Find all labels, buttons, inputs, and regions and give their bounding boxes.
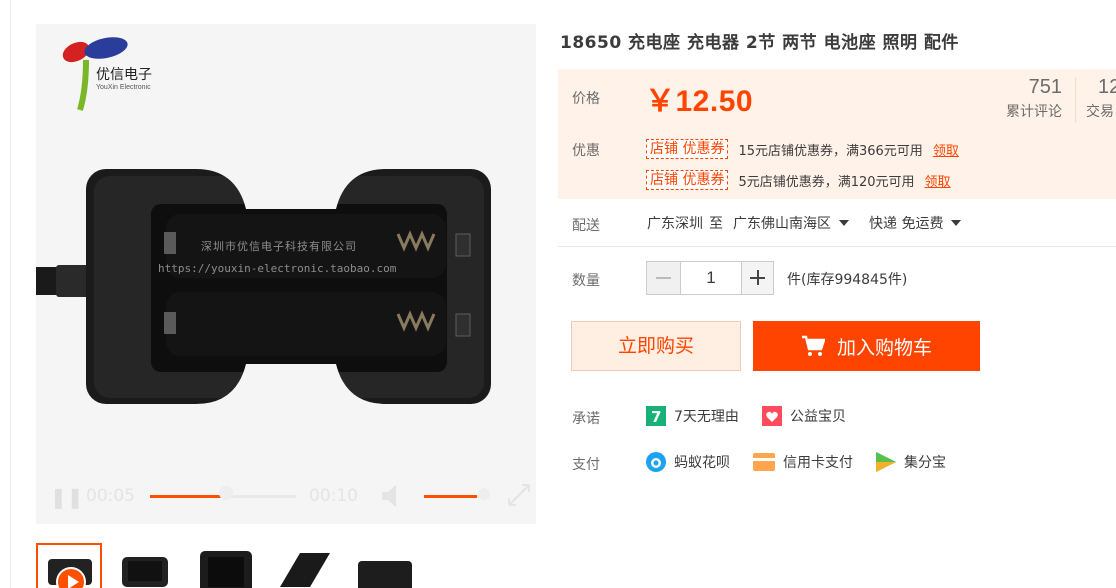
chevron-down-icon: [839, 220, 849, 226]
ship-to-word: 至: [709, 216, 723, 232]
reviews-count: 751: [1028, 76, 1062, 98]
reviews-stat[interactable]: 751 累计评论: [990, 76, 1062, 121]
thumbnail-image[interactable]: [194, 543, 260, 588]
pause-icon[interactable]: ❚❚: [50, 485, 84, 509]
video-progress-fill: [150, 495, 223, 498]
payment-text: 蚂蚁花呗: [674, 455, 730, 471]
decrease-quantity-button[interactable]: [647, 262, 681, 294]
payment-item[interactable]: 集分宝: [876, 452, 946, 472]
brand-name: 优信电子: [96, 67, 152, 83]
jifenbao-icon: [876, 452, 896, 472]
product-title: 18650 充电座 充电器 2节 两节 电池座 照明 配件: [560, 33, 959, 53]
trades-label: 交易: [1086, 104, 1114, 120]
promise-item[interactable]: 公益宝贝: [762, 406, 846, 426]
price-label: 价格: [572, 91, 600, 107]
coupon-tag: 店铺 优惠券: [646, 170, 729, 190]
increase-quantity-button[interactable]: [741, 262, 773, 294]
product-page: 优信电子 YouXin Electronic 深圳市优信电子科技有限公司 htt…: [0, 0, 1116, 588]
watermark-line1: 深圳市优信电子科技有限公司: [201, 240, 357, 253]
seven-day-return-icon: 7: [646, 406, 666, 426]
fullscreen-icon[interactable]: [506, 482, 532, 508]
video-progress-handle[interactable]: [219, 486, 233, 500]
promise-label: 承诺: [572, 411, 600, 427]
trades-count: 12: [1098, 76, 1116, 98]
promise-item[interactable]: 7 7天无理由: [646, 406, 739, 426]
destination-value: 广东佛山南海区: [733, 216, 831, 232]
add-to-cart-label: 加入购物车: [836, 336, 932, 359]
product-media-player[interactable]: 优信电子 YouXin Electronic 深圳市优信电子科技有限公司 htt…: [36, 24, 536, 524]
quantity-label: 数量: [572, 273, 600, 289]
volume-icon[interactable]: [380, 483, 404, 509]
claim-coupon-link[interactable]: 领取: [925, 171, 951, 190]
cart-icon: [801, 335, 825, 356]
price-value: ￥12.50: [645, 85, 754, 118]
charity-icon: [762, 406, 782, 426]
watermark-line2: https://youxin-electronic.taobao.com: [158, 262, 397, 275]
divider: [10, 0, 11, 588]
payment-text: 集分宝: [904, 455, 946, 471]
quantity-stepper: [646, 261, 774, 295]
divider: [558, 246, 1116, 247]
credit-card-icon: [753, 453, 775, 471]
payment-item[interactable]: 信用卡支付: [753, 452, 853, 472]
destination-select[interactable]: 广东佛山南海区: [733, 213, 849, 233]
divider: [1075, 77, 1076, 123]
promo-label: 优惠: [572, 143, 600, 159]
volume-slider[interactable]: [424, 495, 486, 498]
shipping-label: 配送: [572, 218, 600, 234]
svg-text:7: 7: [651, 408, 661, 426]
coupon-description: 5元店铺优惠券，满120元可用: [738, 174, 915, 190]
claim-coupon-link[interactable]: 领取: [933, 140, 959, 159]
reviews-label: 累计评论: [1006, 104, 1062, 120]
coupon-row: 店铺 优惠券 15元店铺优惠券，满366元可用 领取: [646, 139, 959, 159]
video-controls: ❚❚ 00:05 00:10: [36, 476, 536, 516]
brand-subtitle: YouXin Electronic: [96, 84, 151, 91]
buy-now-button[interactable]: 立即购买: [571, 321, 741, 371]
coupon-tag: 店铺 优惠券: [646, 139, 729, 159]
payment-item[interactable]: 蚂蚁花呗: [646, 452, 730, 472]
ship-from: 广东深圳: [647, 216, 703, 232]
promise-text: 7天无理由: [674, 409, 739, 425]
huabei-icon: [646, 452, 666, 472]
payment-text: 信用卡支付: [783, 455, 853, 471]
add-to-cart-button[interactable]: 加入购物车: [753, 321, 980, 371]
chevron-down-icon: [951, 220, 962, 226]
coupon-row: 店铺 优惠券 5元店铺优惠券，满120元可用 领取: [646, 170, 951, 190]
video-total-time: 00:10: [309, 486, 358, 506]
payment-label: 支付: [572, 457, 600, 473]
shipping-row: 广东深圳 至 广东佛山南海区 快递 免运费: [647, 213, 962, 233]
volume-fill: [424, 495, 477, 498]
thumbnail-image[interactable]: [274, 543, 340, 588]
thumbnail-image[interactable]: [114, 543, 180, 588]
volume-handle[interactable]: [478, 488, 490, 500]
shipping-method-value: 快递 免运费: [869, 216, 944, 232]
promise-text: 公益宝贝: [790, 409, 846, 425]
thumbnail-video[interactable]: [36, 543, 102, 588]
coupon-description: 15元店铺优惠券，满366元可用: [738, 143, 923, 159]
thumbnail-image[interactable]: [354, 543, 420, 588]
stock-text: 件(库存994845件): [787, 272, 908, 288]
video-current-time: 00:05: [86, 486, 135, 506]
shipping-method-select[interactable]: 快递 免运费: [869, 213, 962, 233]
trades-stat[interactable]: 12 交易: [1086, 76, 1116, 121]
quantity-input[interactable]: [681, 262, 741, 294]
